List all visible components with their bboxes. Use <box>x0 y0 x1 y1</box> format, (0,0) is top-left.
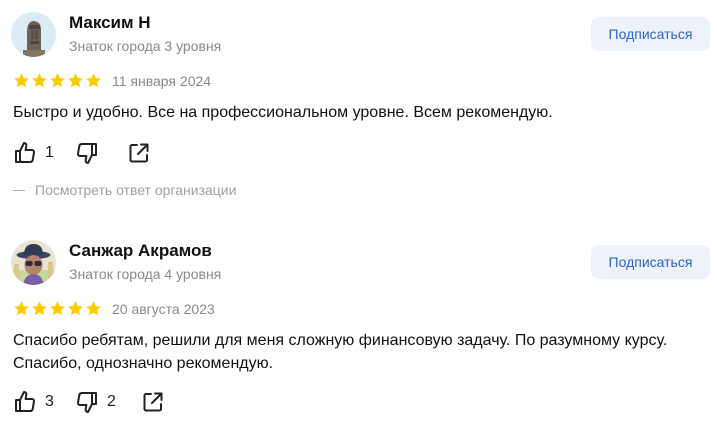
thumbs-down-icon <box>77 143 97 164</box>
dislike-count: 2 <box>107 393 116 410</box>
review-text: Спасибо ребятам, решили для меня сложную… <box>13 332 668 372</box>
share-icon <box>143 392 163 412</box>
review-date: 11 января 2024 <box>112 73 212 89</box>
subscribe-button[interactable]: Подписаться <box>591 17 710 51</box>
author-level: Знаток города 4 уровня <box>69 266 222 282</box>
thumbs-up-icon <box>15 142 35 163</box>
like-button[interactable]: 3 <box>13 390 54 414</box>
user-avatar[interactable] <box>11 12 56 57</box>
star-icon <box>14 73 29 88</box>
review-text: Быстро и удобно. Все на профессиональном… <box>13 104 553 121</box>
thumbs-down-icon <box>77 392 97 413</box>
like-count: 3 <box>45 393 54 410</box>
share-button[interactable] <box>141 390 165 414</box>
share-button[interactable] <box>127 141 151 165</box>
org-reply-label: Посмотреть ответ организации <box>35 182 237 198</box>
star-icon <box>50 301 65 316</box>
star-icon <box>32 73 47 88</box>
author-name[interactable]: Максим Н <box>69 13 151 33</box>
rating-stars <box>13 72 102 89</box>
author-name[interactable]: Санжар Акрамов <box>69 241 212 261</box>
star-icon <box>68 301 83 316</box>
like-count: 1 <box>45 144 54 161</box>
dislike-button[interactable] <box>75 141 99 165</box>
thumbs-up-icon <box>15 391 35 412</box>
star-icon <box>14 301 29 316</box>
view-organization-reply-link[interactable]: Посмотреть ответ организации <box>13 182 236 198</box>
user-avatar[interactable] <box>11 240 56 285</box>
hat-person-avatar <box>11 240 56 285</box>
rating-stars <box>13 300 102 317</box>
review-date: 20 августа 2023 <box>112 301 215 317</box>
moai-statue-icon <box>11 12 56 57</box>
star-icon <box>86 73 101 88</box>
star-icon <box>68 73 83 88</box>
author-level: Знаток города 3 уровня <box>69 38 222 54</box>
dislike-button[interactable]: 2 <box>75 390 116 414</box>
star-icon <box>50 73 65 88</box>
divider-dash <box>13 189 25 191</box>
star-icon <box>32 301 47 316</box>
star-icon <box>86 301 101 316</box>
share-icon <box>129 143 149 163</box>
subscribe-button[interactable]: Подписаться <box>591 245 710 279</box>
like-button[interactable]: 1 <box>13 141 54 165</box>
